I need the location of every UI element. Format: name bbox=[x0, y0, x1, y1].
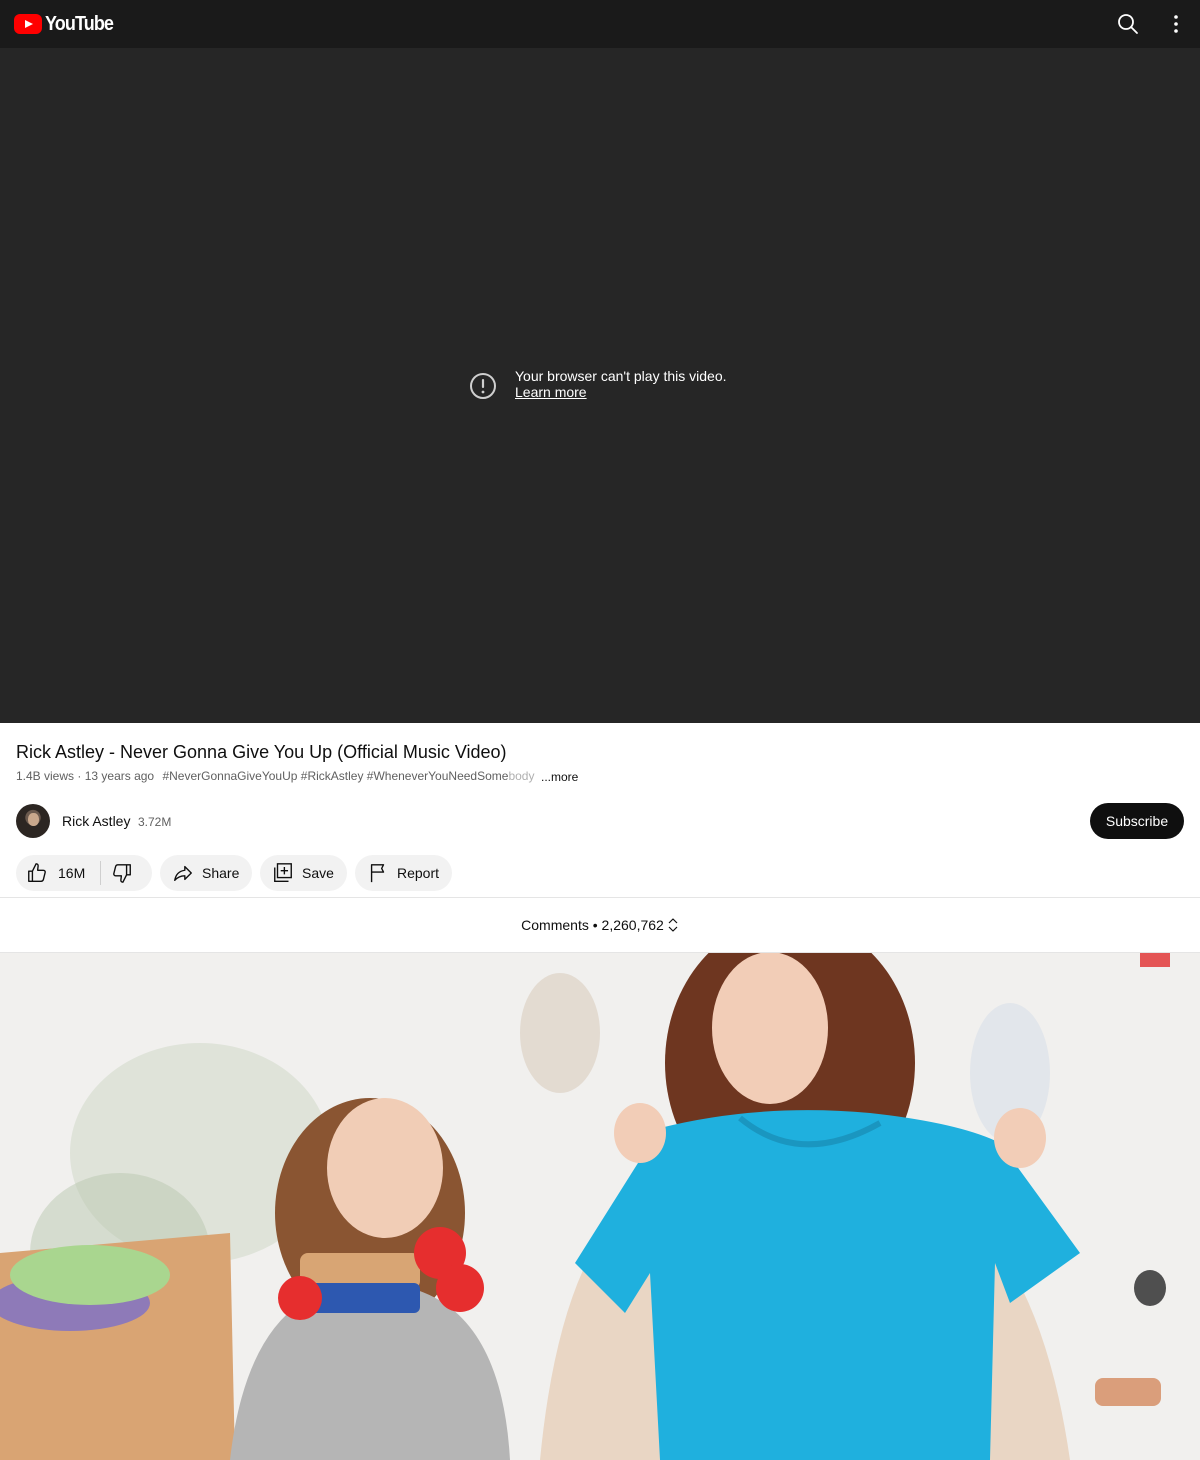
view-count: 1.4B views bbox=[16, 769, 75, 783]
flag-icon bbox=[370, 864, 385, 883]
youtube-logo[interactable]: YouTube bbox=[14, 12, 121, 36]
share-button[interactable]: Share bbox=[160, 855, 252, 891]
more-options-button[interactable] bbox=[1162, 10, 1190, 38]
search-button[interactable] bbox=[1114, 10, 1142, 38]
comments-header[interactable]: Comments • 2,260,762 bbox=[0, 897, 1200, 953]
video-metadata[interactable]: 1.4B views · 13 years ago #NeverGonnaGiv… bbox=[16, 768, 534, 784]
playlist-add-icon bbox=[274, 863, 292, 882]
youtube-logo-icon bbox=[14, 14, 42, 34]
more-vert-icon bbox=[1174, 15, 1178, 33]
report-label: Report bbox=[397, 865, 440, 881]
video-player[interactable]: Your browser can't play this video. Lear… bbox=[0, 48, 1200, 723]
error-message: Your browser can't play this video. bbox=[515, 368, 727, 384]
like-dislike-group: 16M bbox=[16, 855, 152, 891]
ad-banner-image[interactable] bbox=[0, 953, 1200, 1460]
comments-separator: • bbox=[592, 917, 598, 933]
dislike-button[interactable] bbox=[111, 855, 133, 891]
expand-sort-icon bbox=[668, 918, 678, 932]
meta-separator: · bbox=[77, 769, 85, 783]
comments-label: Comments bbox=[521, 917, 589, 933]
video-actions: 16M Share Save Report bbox=[16, 855, 460, 891]
subscriber-count: 3.72M bbox=[138, 815, 172, 829]
thumb-down-icon bbox=[113, 864, 132, 883]
playback-error: Your browser can't play this video. Lear… bbox=[469, 368, 727, 400]
description-more-link[interactable]: ...more bbox=[541, 770, 578, 784]
like-count: 16M bbox=[58, 865, 86, 881]
hashtags-faded: body bbox=[508, 769, 535, 783]
report-button[interactable]: Report bbox=[355, 855, 452, 891]
hashtags-visible: #NeverGonnaGiveYouUp #RickAstley #Whenev… bbox=[162, 769, 509, 783]
thumb-up-icon bbox=[28, 863, 46, 882]
subscribe-button[interactable]: Subscribe bbox=[1090, 803, 1184, 839]
video-title: Rick Astley - Never Gonna Give You Up (O… bbox=[16, 742, 507, 762]
save-label: Save bbox=[302, 865, 334, 881]
top-app-bar: YouTube bbox=[0, 0, 1200, 48]
hashtags[interactable]: #NeverGonnaGiveYouUp #RickAstley #Whenev… bbox=[162, 769, 534, 783]
learn-more-link[interactable]: Learn more bbox=[515, 384, 727, 400]
save-button[interactable]: Save bbox=[260, 855, 347, 891]
comments-count: 2,260,762 bbox=[601, 917, 664, 933]
like-button[interactable]: 16M bbox=[26, 855, 85, 891]
mother-daughter-tshirt-illustration bbox=[0, 953, 1200, 1460]
error-text-block: Your browser can't play this video. Lear… bbox=[515, 368, 727, 400]
share-label: Share bbox=[202, 865, 240, 881]
alert-circle-icon bbox=[470, 373, 496, 399]
search-icon bbox=[1118, 14, 1138, 34]
like-divider bbox=[100, 861, 102, 885]
channel-avatar[interactable] bbox=[16, 804, 50, 838]
upload-age: 13 years ago bbox=[84, 769, 155, 783]
channel-name[interactable]: Rick Astley bbox=[62, 812, 130, 830]
logo-text: YouTube bbox=[45, 12, 114, 35]
share-icon bbox=[174, 865, 192, 882]
